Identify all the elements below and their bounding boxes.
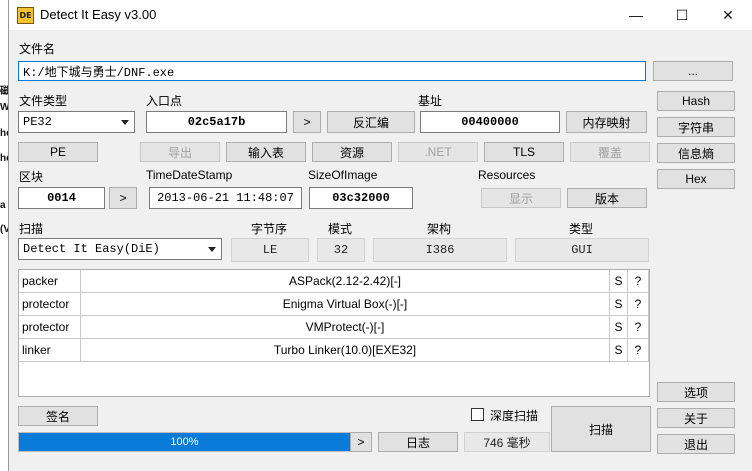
disassemble-button[interactable]: 反汇编 <box>327 111 415 133</box>
filetype-select[interactable]: PE32 <box>18 111 135 133</box>
background-window-strip: 磁 W he he a (V <box>0 0 12 471</box>
result-name: Turbo Linker(10.0)[EXE32] <box>81 339 610 362</box>
result-signature-button[interactable]: S <box>610 293 628 316</box>
die-main-window: DE Detect It Easy v3.00 — ☐ ✕ 文件名 K:/地下城… <box>8 0 752 471</box>
mode-label: 模式 <box>328 222 353 236</box>
strip-text-5: a <box>0 200 6 211</box>
die-app-icon: DE <box>17 7 34 24</box>
result-name: VMProtect(-)[-] <box>81 316 610 339</box>
section-label: 区块 <box>19 170 44 184</box>
result-signature-button[interactable]: S <box>610 316 628 339</box>
import-table-button[interactable]: 输入表 <box>226 142 306 162</box>
table-row[interactable]: packer ASPack(2.12-2.42)[-] S ? <box>19 270 649 293</box>
options-button[interactable]: 选项 <box>657 382 735 402</box>
progress-text: 100% <box>170 436 199 448</box>
entrypoint-field[interactable]: 02c5a17b <box>146 111 287 133</box>
resources-button[interactable]: 资源 <box>312 142 392 162</box>
log-button[interactable]: 日志 <box>378 432 458 452</box>
section-count-field[interactable]: 0014 <box>18 187 105 209</box>
pe-button[interactable]: PE <box>18 142 98 162</box>
section-next-button[interactable]: > <box>109 187 137 209</box>
endian-value: LE <box>231 238 309 262</box>
exit-button[interactable]: 退出 <box>657 434 735 454</box>
timestamp-field[interactable]: 2013-06-21 11:48:07 <box>149 187 302 209</box>
entropy-button[interactable]: 信息熵 <box>657 143 735 163</box>
result-info-button[interactable]: ? <box>628 316 649 339</box>
maximize-button[interactable]: ☐ <box>659 0 705 30</box>
result-info-button[interactable]: ? <box>628 270 649 293</box>
endian-label: 字节序 <box>251 222 288 236</box>
result-name: Enigma Virtual Box(-)[-] <box>81 293 610 316</box>
base-address-field[interactable]: 00400000 <box>420 111 560 133</box>
result-kind: protector <box>19 293 81 316</box>
minimize-button[interactable]: — <box>613 0 659 30</box>
hash-button[interactable]: Hash <box>657 91 735 111</box>
window-title: Detect It Easy v3.00 <box>40 7 157 22</box>
scan-engine-value: Detect It Easy(DiE) <box>23 242 160 256</box>
entrypoint-next-button[interactable]: > <box>293 111 321 133</box>
filename-label: 文件名 <box>19 42 56 56</box>
result-info-button[interactable]: ? <box>628 293 649 316</box>
dotnet-button[interactable]: .NET <box>398 142 478 162</box>
overlay-button[interactable]: 覆盖 <box>570 142 650 162</box>
arch-label: 架构 <box>427 222 452 236</box>
version-button[interactable]: 版本 <box>567 188 647 208</box>
type-label: 类型 <box>569 222 594 236</box>
entrypoint-label: 入口点 <box>146 94 183 108</box>
filetype-label: 文件类型 <box>19 94 68 108</box>
deep-scan-label: 深度扫描 <box>490 409 539 423</box>
progress-next-button[interactable]: > <box>350 432 372 452</box>
result-info-button[interactable]: ? <box>628 339 649 362</box>
memory-map-button[interactable]: 内存映射 <box>566 111 647 133</box>
chevron-down-icon <box>121 120 129 125</box>
result-kind: packer <box>19 270 81 293</box>
type-value: GUI <box>515 238 649 262</box>
hex-button[interactable]: Hex <box>657 169 735 189</box>
table-row[interactable]: linker Turbo Linker(10.0)[EXE32] S ? <box>19 339 649 362</box>
result-signature-button[interactable]: S <box>610 339 628 362</box>
scan-progress-bar: 100% <box>18 432 351 452</box>
resources-group-label: Resources <box>478 168 536 182</box>
show-resources-button[interactable]: 显示 <box>481 188 561 208</box>
tls-button[interactable]: TLS <box>484 142 564 162</box>
export-button[interactable]: 导出 <box>140 142 220 162</box>
table-row[interactable]: protector Enigma Virtual Box(-)[-] S ? <box>19 293 649 316</box>
deep-scan-checkbox[interactable] <box>471 408 484 421</box>
result-name: ASPack(2.12-2.42)[-] <box>81 270 610 293</box>
close-button[interactable]: ✕ <box>705 0 751 30</box>
mode-value: 32 <box>317 238 365 262</box>
table-row[interactable]: protector VMProtect(-)[-] S ? <box>19 316 649 339</box>
about-button[interactable]: 关于 <box>657 408 735 428</box>
timestamp-label: TimeDateStamp <box>146 168 233 182</box>
elapsed-time: 746 毫秒 <box>464 432 550 452</box>
browse-button[interactable]: ... <box>653 61 733 81</box>
scan-button[interactable]: 扫描 <box>551 406 651 452</box>
signatures-button[interactable]: 签名 <box>18 406 98 426</box>
arch-value: I386 <box>373 238 507 262</box>
base-label: 基址 <box>418 94 443 108</box>
strings-button[interactable]: 字符串 <box>657 117 735 137</box>
filetype-value: PE32 <box>23 115 52 129</box>
scan-label: 扫描 <box>19 222 44 236</box>
title-bar: DE Detect It Easy v3.00 — ☐ ✕ <box>9 0 752 30</box>
sizeofimage-field[interactable]: 03c32000 <box>309 187 413 209</box>
scan-engine-select[interactable]: Detect It Easy(DiE) <box>18 238 222 260</box>
sizeofimage-label: SizeOfImage <box>308 168 378 182</box>
result-kind: linker <box>19 339 81 362</box>
results-table: packer ASPack(2.12-2.42)[-] S ? protecto… <box>18 269 650 397</box>
filename-input[interactable]: K:/地下城与勇士/DNF.exe <box>18 61 646 81</box>
result-signature-button[interactable]: S <box>610 270 628 293</box>
chevron-down-icon <box>208 247 216 252</box>
result-kind: protector <box>19 316 81 339</box>
